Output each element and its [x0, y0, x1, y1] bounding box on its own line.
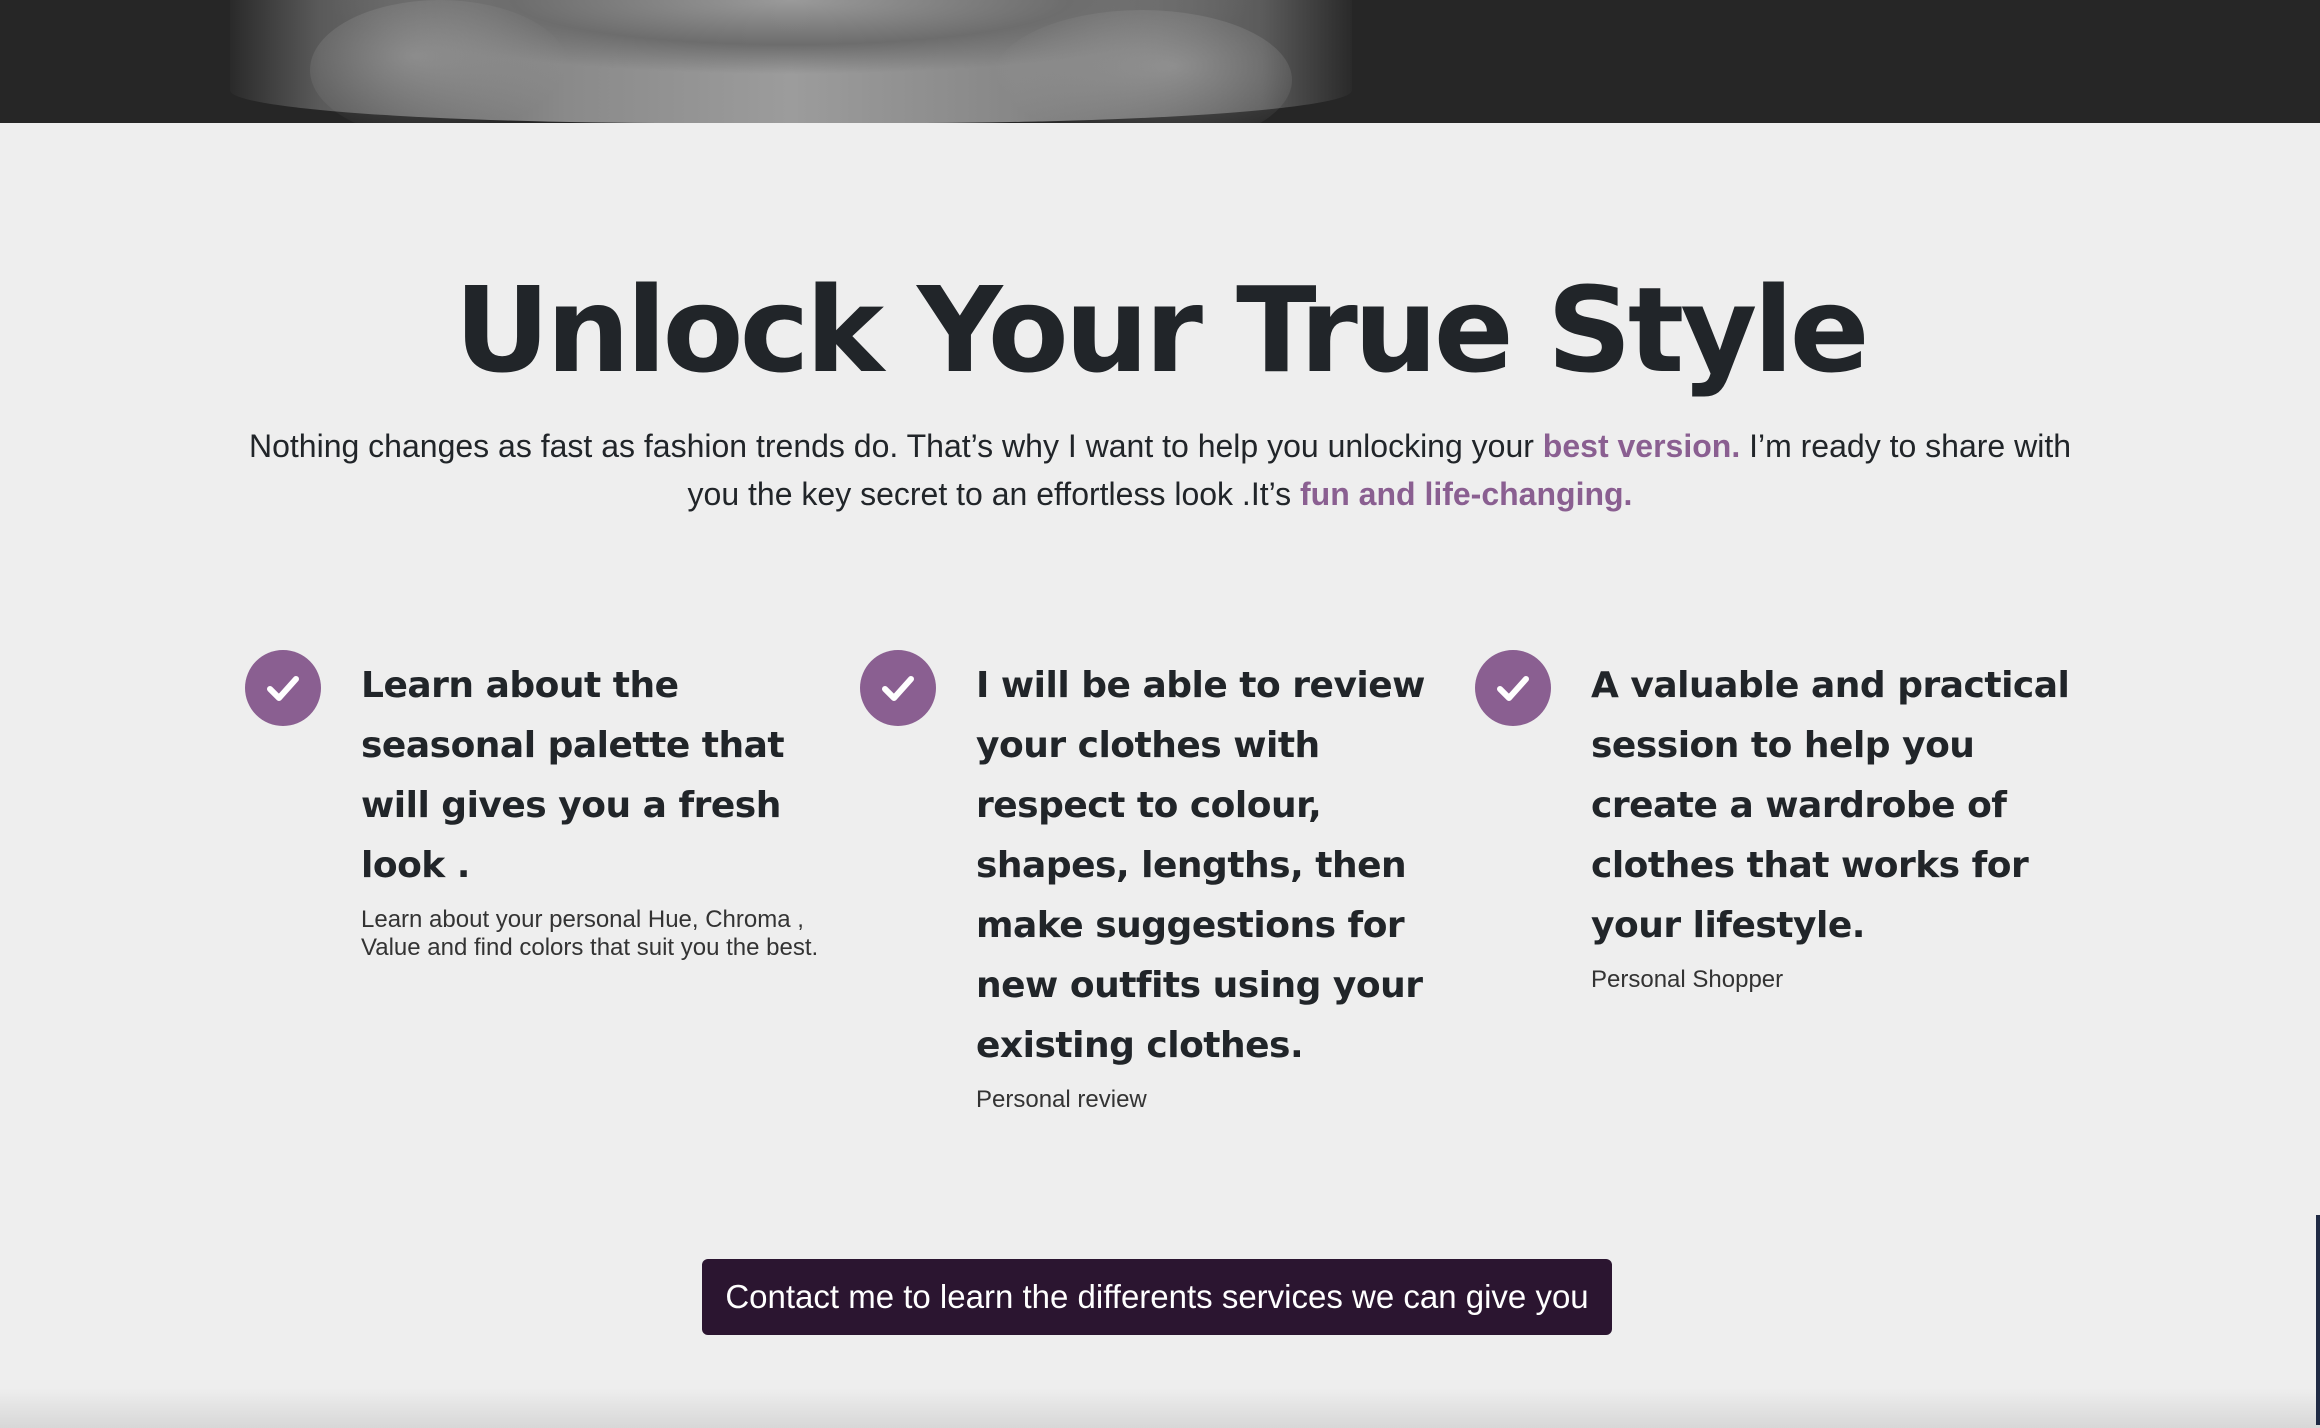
intro-accent-best-version: best version. [1542, 428, 1741, 464]
feature-description: Learn about your personal Hue, Chroma , … [361, 906, 819, 961]
check-icon [245, 650, 321, 726]
feature-description: Personal Shopper [1591, 966, 1784, 993]
hero-image-strip [0, 0, 2320, 123]
feature-item-palette: Learn about the seasonal palette that wi… [245, 650, 845, 1114]
features-list: Learn about the seasonal palette that wi… [245, 650, 2075, 1114]
hero-photo [230, 0, 1352, 123]
feature-description: Personal review [976, 1086, 1147, 1113]
intro-accent-fun: fun and life-changing. [1300, 476, 1633, 512]
feature-item-shopper: A valuable and practical session to help… [1475, 650, 2075, 1114]
check-icon [860, 650, 936, 726]
feature-title: Learn about the seasonal palette that wi… [361, 665, 785, 886]
feature-title: A valuable and practical session to help… [1591, 665, 2070, 946]
page-headline: Unlock Your True Style [454, 261, 1869, 399]
bottom-shadow [0, 1388, 2320, 1428]
feature-item-review: I will be able to review your clothes wi… [860, 650, 1460, 1114]
check-icon [1475, 650, 1551, 726]
intro-paragraph: Nothing changes as fast as fashion trend… [240, 422, 2080, 518]
intro-text-part1: Nothing changes as fast as fashion trend… [248, 428, 1543, 464]
feature-title: I will be able to review your clothes wi… [976, 665, 1425, 1066]
window-edge [2316, 1215, 2320, 1425]
contact-cta-button[interactable]: Contact me to learn the differents servi… [702, 1259, 1612, 1335]
